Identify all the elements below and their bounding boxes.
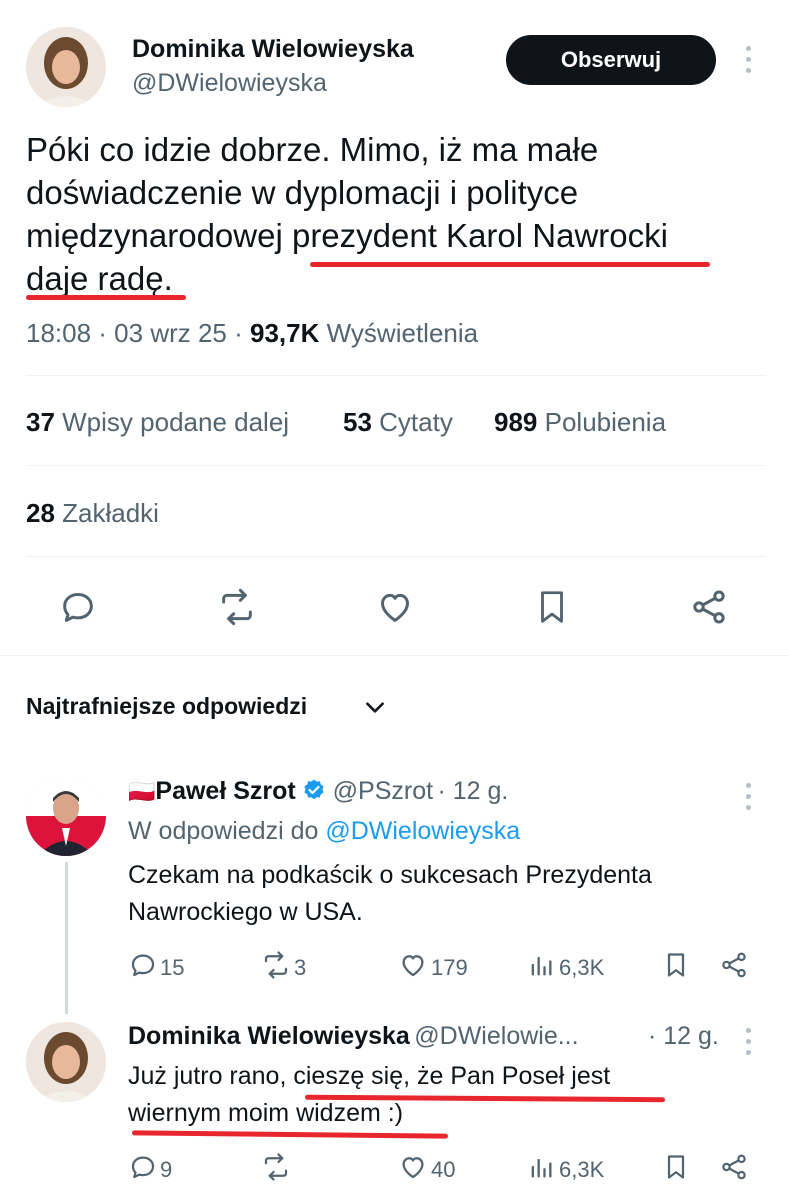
views-count: 93,7K: [250, 318, 320, 348]
share-icon[interactable]: [719, 1152, 749, 1187]
divider: [0, 655, 789, 656]
replying-handle-link[interactable]: @DWielowieyska: [325, 817, 520, 845]
reply-time[interactable]: · 12 g.: [648, 1022, 719, 1051]
thread-connector: [65, 862, 68, 1014]
annotation-underline: [26, 295, 186, 300]
quotes-label: Cytaty: [371, 407, 453, 437]
verified-badge-icon: [302, 778, 326, 807]
like-icon[interactable]: [374, 587, 416, 627]
like-icon: [397, 1152, 429, 1187]
like-icon: [397, 950, 429, 985]
reply-author-name[interactable]: Dominika Wielowieyska: [128, 1022, 410, 1050]
reply-text-highlight: cieszę się, że Pan Poseł jest: [293, 1062, 611, 1090]
reply-count: 15: [160, 954, 185, 980]
reply-avatar[interactable]: [26, 1022, 106, 1102]
reply-action-reply[interactable]: 9: [128, 1152, 172, 1187]
reply-text-fragment: Już jutro rano,: [128, 1062, 294, 1090]
tweet-text-highlight: prezydent Karol Nawrocki: [291, 217, 668, 254]
reply-header: Dominika Wielowieyska @DWielowie...: [128, 1022, 579, 1051]
reply-text-line: Nawrockiego w USA.: [128, 898, 363, 926]
reply-action-like[interactable]: 179: [397, 950, 468, 985]
views-icon: [527, 950, 555, 985]
divider: [26, 465, 766, 466]
reply-avatar[interactable]: [26, 776, 106, 856]
views-label: Wyświetlenia: [319, 318, 479, 348]
views-count: 6,3K: [559, 954, 605, 980]
quotes-count: 53: [343, 407, 372, 437]
tweet-text: Póki co idzie dobrze. Mimo, iż ma małe d…: [26, 128, 766, 300]
quotes-stat[interactable]: 53 Cytaty: [343, 407, 453, 438]
reply-action-like[interactable]: 40: [397, 1152, 455, 1187]
bookmarks-count: 28: [26, 498, 55, 528]
reply-icon[interactable]: [58, 587, 98, 627]
views-icon: [527, 1152, 555, 1187]
reply-header: 🇵🇱Paweł Szrot @PSzrot · 12 g.: [128, 777, 508, 807]
reply-action-views[interactable]: 6,3K: [527, 950, 604, 985]
avatar-photo: [26, 1022, 106, 1102]
reply-text-line: Czekam na podkaścik o sukcesach Prezyden…: [128, 861, 652, 889]
reply-author-handle[interactable]: @PSzrot: [333, 777, 433, 805]
share-icon[interactable]: [719, 950, 749, 985]
likes-label: Polubienia: [537, 407, 667, 437]
reply-text: Czekam na podkaścik o sukcesach Prezyden…: [128, 857, 758, 931]
views-count: 6,3K: [559, 1156, 605, 1182]
reply-action-views[interactable]: 6,3K: [527, 1152, 604, 1187]
reply-author-handle[interactable]: @DWielowie...: [414, 1022, 578, 1050]
reply-icon: [128, 1152, 158, 1187]
repost-icon: [260, 1152, 292, 1187]
reposts-count: 37: [26, 407, 55, 437]
replying-to: W odpowiedzi do @DWielowieyska: [128, 817, 520, 846]
reply-author-name[interactable]: Paweł Szrot: [155, 777, 295, 805]
avatar-photo: [26, 776, 106, 856]
more-options-icon[interactable]: [743, 1028, 753, 1055]
bookmarks-stat[interactable]: 28 Zakładki: [26, 498, 159, 529]
poland-flag-icon: 🇵🇱: [128, 779, 156, 804]
avatar-photo: [26, 27, 106, 107]
tweet-text-line: Póki co idzie dobrze. Mimo, iż ma małe: [26, 131, 599, 168]
annotation-underline: [310, 262, 710, 267]
bookmark-icon[interactable]: [533, 587, 571, 627]
author-avatar[interactable]: [26, 27, 106, 107]
replying-prefix: W odpowiedzi do: [128, 817, 326, 845]
more-options-icon[interactable]: [743, 46, 753, 73]
author-handle[interactable]: @DWielowieyska: [132, 69, 327, 98]
divider: [26, 375, 766, 376]
bookmark-icon[interactable]: [662, 1152, 690, 1187]
like-count: 40: [431, 1156, 456, 1182]
share-icon[interactable]: [689, 587, 729, 627]
timestamp: 18:08 · 03 wrz 25 ·: [26, 318, 250, 348]
chevron-down-icon[interactable]: [362, 694, 388, 725]
bookmarks-label: Zakładki: [54, 498, 159, 528]
tweet-timestamp[interactable]: 18:08 · 03 wrz 25 · 93,7K Wyświetlenia: [26, 318, 478, 349]
reply-count: 9: [160, 1156, 173, 1182]
tweet-text-fragment: międzynarodowej: [26, 217, 292, 254]
repost-count: 3: [294, 954, 307, 980]
reply-time[interactable]: · 12 g.: [438, 777, 509, 805]
reply-action-reply[interactable]: 15: [128, 950, 184, 985]
reply-icon: [128, 950, 158, 985]
reply-action-repost[interactable]: 3: [260, 950, 306, 985]
reposts-stat[interactable]: 37 Wpisy podane dalej: [26, 407, 289, 438]
more-options-icon[interactable]: [743, 783, 753, 810]
follow-button[interactable]: Obserwuj: [506, 35, 716, 85]
tweet-text-line: doświadczenie w dyplomacji i polityce: [26, 174, 579, 211]
repost-icon[interactable]: [216, 587, 258, 627]
reply-action-repost[interactable]: [260, 1152, 294, 1187]
repost-icon: [260, 950, 292, 985]
tweet-text-line: międzynarodowej prezydent Karol Nawrocki: [26, 214, 766, 257]
likes-stat[interactable]: 989 Polubienia: [494, 407, 666, 438]
reply-text-line: Już jutro rano, cieszę się, że Pan Poseł…: [128, 1058, 758, 1095]
bookmark-icon[interactable]: [662, 950, 690, 985]
reposts-label: Wpisy podane dalej: [54, 407, 290, 437]
replies-sort-label[interactable]: Najtrafniejsze odpowiedzi: [26, 693, 307, 720]
divider: [26, 556, 766, 557]
like-count: 179: [431, 954, 468, 980]
author-name[interactable]: Dominika Wielowieyska: [132, 35, 414, 64]
likes-count: 989: [494, 407, 538, 437]
